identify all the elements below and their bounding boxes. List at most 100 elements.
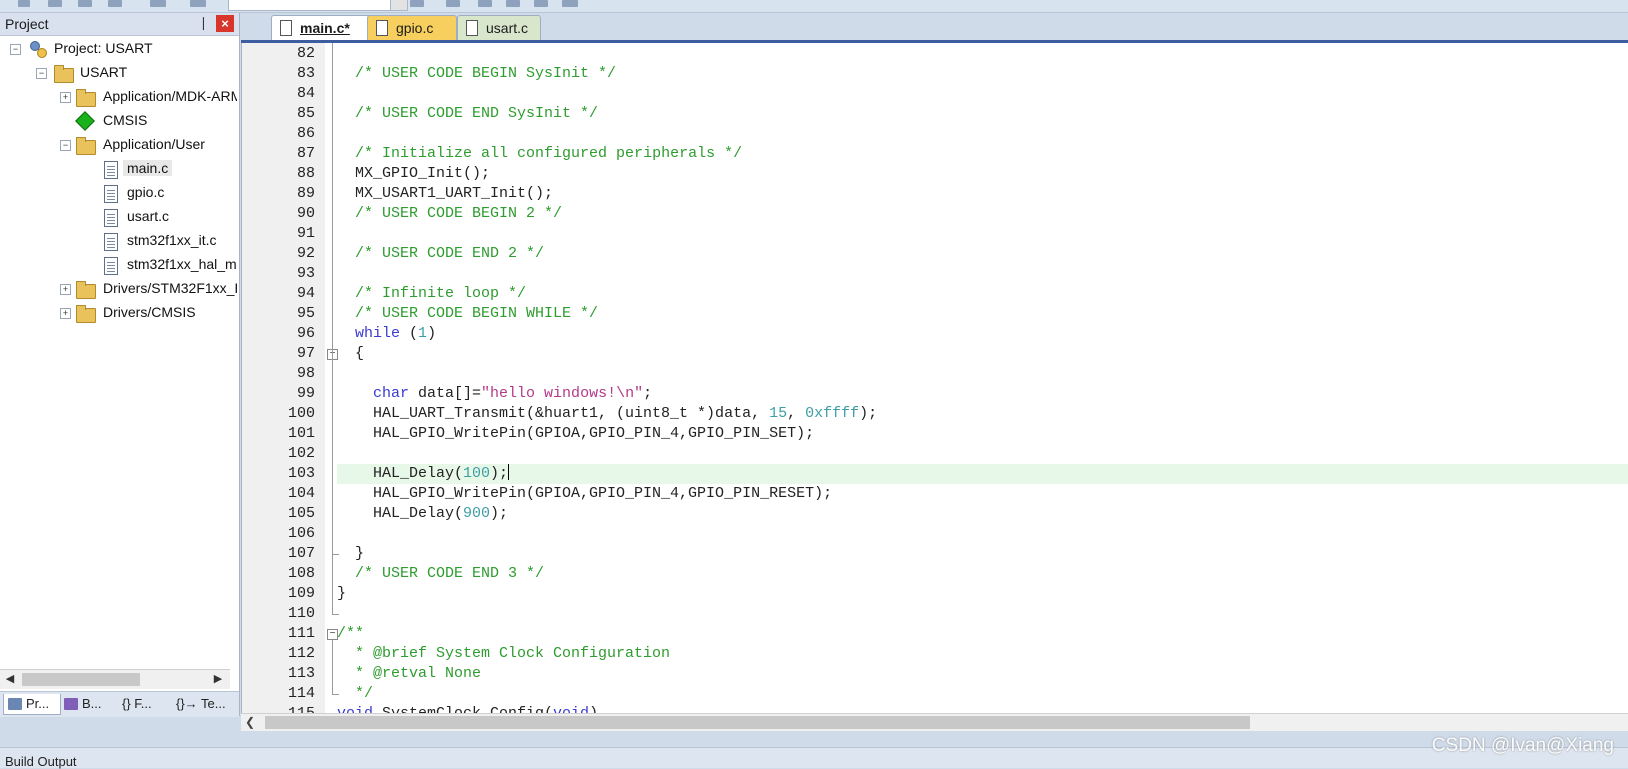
code-line[interactable]: HAL_Delay(900); bbox=[337, 504, 508, 524]
line-number: 95 bbox=[296, 305, 315, 322]
toolbar-button[interactable] bbox=[562, 0, 578, 7]
code-line[interactable]: while (1) bbox=[337, 324, 436, 344]
code-line[interactable]: */ bbox=[337, 684, 373, 704]
code-line[interactable]: MX_GPIO_Init(); bbox=[337, 164, 490, 184]
code-line[interactable]: char data[]="hello windows!\n"; bbox=[337, 384, 652, 404]
collapse-icon[interactable]: − bbox=[36, 68, 47, 79]
fold-column[interactable] bbox=[325, 43, 335, 713]
toolbar-button[interactable] bbox=[478, 0, 492, 7]
file-icon bbox=[280, 20, 292, 36]
tree-item[interactable]: main.c bbox=[0, 158, 237, 180]
tree-item[interactable]: usart.c bbox=[0, 206, 237, 228]
code-line[interactable]: MX_USART1_UART_Init(); bbox=[337, 184, 553, 204]
expand-icon[interactable]: + bbox=[60, 308, 71, 319]
fold-end-marker bbox=[332, 614, 339, 615]
code-line[interactable]: HAL_GPIO_WritePin(GPIOA,GPIO_PIN_4,GPIO_… bbox=[337, 484, 832, 504]
fold-collapse-icon[interactable]: − bbox=[327, 629, 338, 640]
tree-item-label: Drivers/STM32F1xx_HAL_Driver bbox=[103, 280, 237, 296]
expand-icon[interactable]: + bbox=[60, 284, 71, 295]
line-number: 115 bbox=[242, 704, 315, 713]
toolbar-button[interactable] bbox=[18, 0, 30, 7]
line-number: 92 bbox=[296, 245, 315, 262]
code-line[interactable]: /* USER CODE BEGIN 2 */ bbox=[337, 204, 562, 224]
code-line[interactable]: } bbox=[337, 544, 364, 564]
tab-usart-c[interactable]: usart.c bbox=[457, 15, 541, 40]
scroll-left-icon[interactable]: ◀ bbox=[2, 672, 18, 687]
tree-item-label: main.c bbox=[123, 160, 173, 176]
fold-guide bbox=[332, 43, 333, 614]
project-tab-icon bbox=[8, 698, 22, 710]
tab-templates[interactable]: {}→ Te... bbox=[172, 694, 236, 714]
tree-item[interactable]: − USART bbox=[0, 62, 237, 84]
tree-horizontal-scrollbar[interactable]: ◀ ▶ bbox=[0, 669, 230, 689]
code-line[interactable]: /* Initialize all configured peripherals… bbox=[337, 144, 742, 164]
collapse-icon[interactable]: − bbox=[10, 44, 21, 55]
close-icon[interactable]: × bbox=[216, 15, 234, 32]
code-line[interactable]: { bbox=[337, 344, 364, 364]
tab-project[interactable]: Pr... bbox=[3, 694, 61, 715]
collapse-icon[interactable]: − bbox=[60, 140, 71, 151]
toolbar-button[interactable] bbox=[48, 0, 62, 7]
line-number: 96 bbox=[296, 325, 315, 342]
code-line[interactable]: HAL_Delay(100); bbox=[337, 464, 1628, 484]
code-line[interactable]: } bbox=[337, 584, 346, 604]
code-line[interactable]: /* Infinite loop */ bbox=[337, 284, 526, 304]
toolbar-button[interactable] bbox=[446, 0, 460, 7]
code-line[interactable]: /* USER CODE BEGIN WHILE */ bbox=[337, 304, 598, 324]
code-line[interactable]: void SystemClock_Config(void) bbox=[337, 704, 598, 713]
tree-item-label: stm32f1xx_it.c bbox=[127, 232, 217, 248]
tree-item[interactable]: stm32f1xx_it.c bbox=[0, 230, 237, 252]
toolbar-button[interactable] bbox=[150, 0, 166, 7]
toolbar-button[interactable] bbox=[190, 0, 206, 7]
line-number: 86 bbox=[296, 125, 315, 142]
line-number: 83 bbox=[296, 65, 315, 82]
toolbar-button[interactable] bbox=[410, 0, 424, 7]
scrollbar-thumb[interactable] bbox=[22, 673, 140, 686]
code-line[interactable]: * @brief System Clock Configuration bbox=[337, 644, 670, 664]
file-icon bbox=[102, 208, 122, 227]
code-line[interactable]: HAL_UART_Transmit(&huart1, (uint8_t *)da… bbox=[337, 404, 877, 424]
scroll-left-icon[interactable]: ❮ bbox=[245, 714, 255, 731]
toolbar-button[interactable] bbox=[78, 0, 92, 7]
tree-item[interactable]: − Application/User bbox=[0, 134, 237, 156]
file-icon bbox=[102, 160, 122, 179]
code-area[interactable]: /* USER CODE BEGIN SysInit */ /* USER CO… bbox=[337, 43, 1628, 713]
tab-books[interactable]: B... bbox=[60, 694, 114, 714]
code-line[interactable]: /* USER CODE BEGIN SysInit */ bbox=[337, 64, 616, 84]
line-number: 111 bbox=[287, 625, 315, 642]
code-line[interactable]: * @retval None bbox=[337, 664, 481, 684]
code-line[interactable]: HAL_GPIO_WritePin(GPIOA,GPIO_PIN_4,GPIO_… bbox=[337, 424, 814, 444]
code-line[interactable]: /* USER CODE END 3 */ bbox=[337, 564, 544, 584]
folder-icon bbox=[76, 88, 96, 107]
tree-item[interactable]: CMSIS bbox=[0, 110, 237, 132]
tree-item[interactable]: − Project: USART bbox=[0, 38, 237, 60]
tab-functions[interactable]: {} F... bbox=[118, 694, 172, 714]
file-icon bbox=[102, 232, 122, 251]
code-line[interactable]: /* USER CODE END SysInit */ bbox=[337, 104, 598, 124]
project-tree: − Project: USART − USART + Application/MDK-AR… bbox=[0, 36, 237, 676]
tree-item[interactable]: + Drivers/CMSIS bbox=[0, 302, 237, 324]
toolbar-button[interactable] bbox=[506, 0, 520, 7]
tree-item[interactable]: + Application/MDK-ARM bbox=[0, 86, 237, 108]
tab-gpio-c[interactable]: gpio.c bbox=[367, 15, 457, 40]
target-dropdown-icon[interactable] bbox=[390, 0, 407, 10]
tree-item-label: CMSIS bbox=[103, 112, 148, 128]
expand-icon[interactable]: + bbox=[60, 92, 71, 103]
line-number: 85 bbox=[296, 105, 315, 122]
books-tab-icon bbox=[64, 698, 78, 710]
pin-icon[interactable]: ❘ bbox=[198, 15, 209, 31]
scrollbar-thumb[interactable] bbox=[265, 716, 1250, 729]
file-icon bbox=[102, 184, 122, 203]
editor-horizontal-scrollbar[interactable]: ❮ bbox=[241, 713, 1628, 731]
toolbar-button[interactable] bbox=[534, 0, 548, 7]
tree-item[interactable]: stm32f1xx_hal_msp.c bbox=[0, 254, 237, 276]
line-number: 87 bbox=[296, 145, 315, 162]
code-editor[interactable]: 82 83 84 85 86 87 88 89 90 91 92 93 94 95 96 97 98 99 100 1… bbox=[241, 43, 1628, 713]
scroll-right-icon[interactable]: ▶ bbox=[210, 672, 226, 687]
tree-item[interactable]: + Drivers/STM32F1xx_HAL_Driver bbox=[0, 278, 237, 300]
tree-item[interactable]: gpio.c bbox=[0, 182, 237, 204]
code-line[interactable]: /** bbox=[337, 624, 364, 644]
code-line[interactable]: /* USER CODE END 2 */ bbox=[337, 244, 544, 264]
target-select[interactable] bbox=[228, 0, 408, 11]
toolbar-button[interactable] bbox=[108, 0, 122, 7]
